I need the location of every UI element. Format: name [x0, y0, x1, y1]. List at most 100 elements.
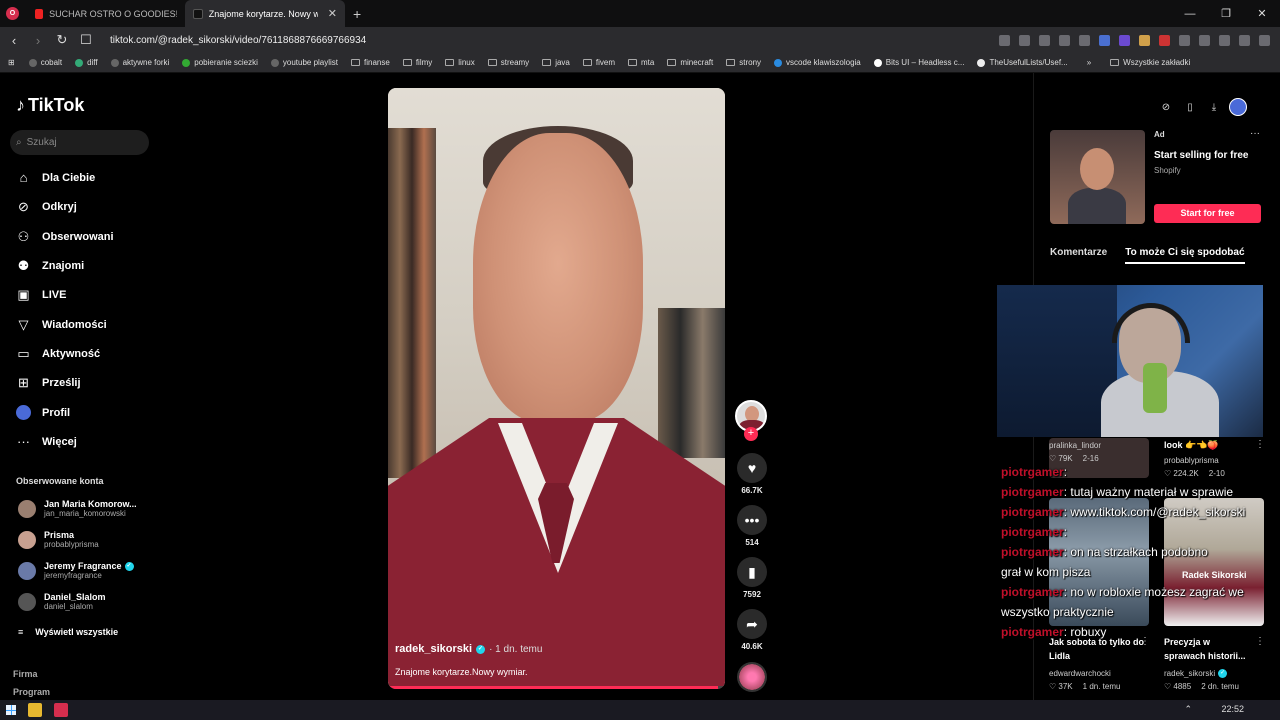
- nav-live[interactable]: ▣ LIVE: [16, 287, 66, 303]
- file-explorer-icon[interactable]: [28, 703, 42, 717]
- extension-icon[interactable]: [1159, 34, 1170, 46]
- bookmark-folder[interactable]: mta: [628, 58, 654, 67]
- windows-taskbar: ⌃ 22:52: [0, 700, 1280, 720]
- footer-program[interactable]: Program: [13, 687, 50, 697]
- nav-profile[interactable]: Profil: [16, 405, 70, 420]
- footer-company[interactable]: Firma: [13, 669, 38, 679]
- following-icon: ⚇: [17, 229, 30, 244]
- ad-thumbnail[interactable]: [1050, 130, 1145, 224]
- close-tab-icon[interactable]: ✕: [328, 7, 337, 20]
- bookmark-item[interactable]: diff: [75, 58, 98, 67]
- nav-activity[interactable]: ▭ Aktywność: [16, 346, 100, 362]
- bookmark-item[interactable]: Bits UI – Headless c...: [873, 58, 964, 67]
- bookmark-folder[interactable]: streamy: [487, 58, 529, 67]
- bookmark-folder[interactable]: minecraft: [667, 58, 713, 67]
- extension-icon[interactable]: [1019, 34, 1030, 46]
- extension-icon[interactable]: [1119, 34, 1130, 46]
- followed-account[interactable]: Jeremy Fragrance ✓ jeremyfragrance: [18, 561, 134, 580]
- bookmark-folder[interactable]: fivem: [582, 58, 615, 67]
- bookmark-folder[interactable]: finanse: [351, 58, 390, 67]
- video-description: Znajome korytarze.Nowy wymiar.: [395, 667, 528, 677]
- like-button[interactable]: ♥ 66.7K: [735, 453, 769, 495]
- tray-chevron-icon[interactable]: ⌃: [1184, 704, 1192, 715]
- tab-comments[interactable]: Komentarze: [1050, 247, 1107, 264]
- extension-icon[interactable]: [1139, 34, 1150, 46]
- browser-tab[interactable]: SUCHAR OSTRO O GOODIES! ODPO: [27, 0, 185, 27]
- nav-friends[interactable]: ⚉ Znajomi: [16, 258, 85, 274]
- user-avatar-icon[interactable]: [1229, 98, 1247, 116]
- extension-icon[interactable]: [1219, 34, 1230, 46]
- bits-ui-icon: [873, 58, 882, 67]
- extension-icon[interactable]: [1179, 34, 1190, 46]
- chat-username: piotrgamer: [1001, 585, 1064, 599]
- nav-more[interactable]: ··· Więcej: [16, 434, 77, 449]
- ad-cta-button[interactable]: Start for free: [1154, 204, 1261, 223]
- extension-icon[interactable]: [1099, 34, 1110, 46]
- video-author[interactable]: radek_sikorski ✓ · 1 dn. temu: [395, 643, 542, 655]
- save-button[interactable]: ▮ 7592: [735, 557, 769, 599]
- nav-explore[interactable]: ⊘ Odkryj: [16, 199, 77, 215]
- bookmark-item[interactable]: youtube playlist: [270, 58, 338, 67]
- avatar: [18, 561, 36, 580]
- forward-button[interactable]: ›: [28, 33, 48, 48]
- phone-icon[interactable]: ▯: [1181, 98, 1199, 116]
- download-icon[interactable]: ⤓: [1205, 98, 1223, 116]
- nav-upload[interactable]: ⊞ Prześlij: [16, 375, 80, 391]
- nav-following[interactable]: ⚇ Obserwowani: [16, 229, 114, 245]
- show-all-accounts[interactable]: ≡ Wyświetl wszystkie: [18, 627, 118, 637]
- reload-button[interactable]: ↻: [52, 32, 72, 48]
- opera-gx-icon[interactable]: [54, 703, 68, 717]
- followed-account[interactable]: Jan Maria Komorow... jan_maria_komorowski: [18, 499, 137, 518]
- more-bookmarks-icon[interactable]: »: [1087, 58, 1091, 67]
- followed-account[interactable]: Daniel_Slalom daniel_slalom: [18, 592, 106, 611]
- url-field[interactable]: tiktok.com/@radek_sikorski/video/7611868…: [110, 35, 999, 46]
- extension-icon[interactable]: [1059, 34, 1070, 46]
- extension-icon[interactable]: [1199, 34, 1210, 46]
- minimize-button[interactable]: —: [1172, 0, 1208, 27]
- close-window-button[interactable]: ✕: [1244, 0, 1280, 27]
- more-options-icon[interactable]: ⋮: [1255, 439, 1265, 450]
- coins-icon[interactable]: ⊘: [1157, 98, 1175, 116]
- tiktok-logo[interactable]: ♪ TikTok: [16, 95, 84, 116]
- music-icon[interactable]: [1239, 34, 1250, 46]
- bookmark-item[interactable]: aktywne forki: [110, 58, 169, 67]
- more-options-icon[interactable]: ···: [1250, 128, 1260, 139]
- browser-menu-icon[interactable]: O: [6, 7, 19, 20]
- comment-button[interactable]: ••• 514: [735, 505, 769, 547]
- bookmark-folder[interactable]: filmy: [402, 58, 432, 67]
- video-player[interactable]: radek_sikorski ✓ · 1 dn. temu Znajome ko…: [388, 88, 725, 689]
- bookmark-icon[interactable]: ☐: [76, 32, 96, 48]
- extension-icon[interactable]: [1039, 34, 1050, 46]
- tab-you-may-like[interactable]: To może Ci się spodobać: [1125, 247, 1245, 264]
- share-button[interactable]: ➦ 40.6K: [735, 609, 769, 651]
- all-bookmarks[interactable]: Wszystkie zakładki: [1110, 58, 1190, 67]
- nav-for-you[interactable]: ⌂ Dla Ciebie: [16, 170, 96, 185]
- windows-start-icon[interactable]: [6, 705, 16, 715]
- music-disc-icon[interactable]: [737, 662, 767, 692]
- follow-plus-button[interactable]: +: [744, 427, 758, 441]
- vscode-icon: [774, 58, 783, 67]
- menu-icon[interactable]: [1259, 34, 1270, 46]
- chat-message: piotrgamer:: [1001, 522, 1263, 542]
- extension-icon[interactable]: [999, 34, 1010, 46]
- bookmark-folder[interactable]: strony: [726, 58, 761, 67]
- restore-button[interactable]: ❐: [1208, 0, 1244, 27]
- browser-tab-active[interactable]: Znajome korytarze. Nowy wy ✕: [185, 0, 345, 27]
- bookmark-item[interactable]: vscode klawiszologia: [774, 58, 861, 67]
- video-progress-bar[interactable]: [388, 686, 725, 689]
- new-tab-button[interactable]: +: [353, 6, 361, 22]
- bookmark-item[interactable]: cobalt: [28, 58, 62, 67]
- bookmark-item[interactable]: pobieranie sciezki: [182, 58, 258, 67]
- shield-icon[interactable]: [1079, 34, 1090, 46]
- back-button[interactable]: ‹: [4, 33, 24, 48]
- nav-messages[interactable]: ▽ Wiadomości: [16, 317, 107, 333]
- youtube-icon: [35, 8, 44, 19]
- diff-icon: [75, 58, 84, 67]
- search-input[interactable]: ⌕ Szukaj: [10, 130, 149, 155]
- bookmark-folder[interactable]: linux: [445, 58, 475, 67]
- tiktok-icon: [193, 8, 203, 19]
- followed-account[interactable]: Prisma probablyprisma: [18, 530, 99, 549]
- bookmark-folder[interactable]: java: [542, 58, 570, 67]
- bookmark-item[interactable]: TheUsefulLists/Usef...: [977, 58, 1068, 67]
- apps-icon[interactable]: ⊞: [8, 58, 15, 67]
